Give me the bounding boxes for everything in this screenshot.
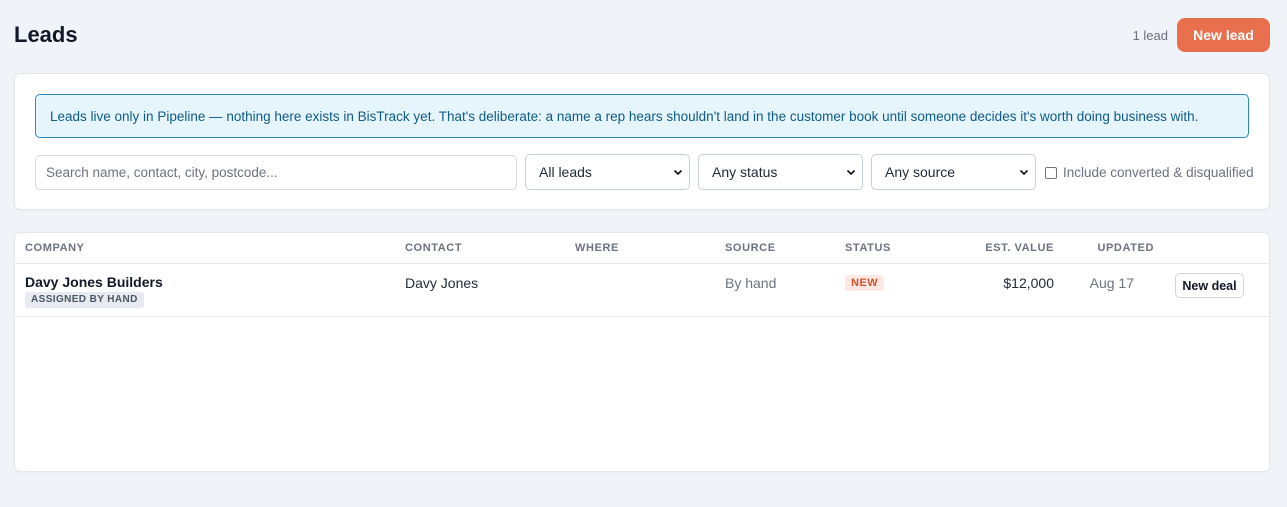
include-converted-label: Include converted & disqualified [1063, 165, 1254, 180]
search-input[interactable] [35, 155, 517, 190]
column-updated[interactable]: UPDATED [1097, 242, 1154, 254]
column-status[interactable]: STATUS [845, 242, 891, 254]
lead-scope-value: All leads [539, 164, 592, 180]
lead-scope-select[interactable]: All leads [525, 154, 690, 190]
info-banner: Leads live only in Pipeline — nothing he… [35, 94, 1249, 138]
column-est-value[interactable]: EST. VALUE [985, 242, 1054, 254]
new-lead-button[interactable]: New lead [1177, 18, 1270, 52]
company-name[interactable]: Davy Jones Builders [25, 274, 163, 290]
table-row[interactable]: Davy Jones Builders ASSIGNED BY HAND Dav… [15, 264, 1269, 317]
column-where[interactable]: WHERE [575, 242, 619, 254]
leads-page: Leads 1 lead New lead Leads live only in… [0, 0, 1287, 507]
status-filter-value: Any status [712, 164, 778, 180]
lead-count: 1 lead [1132, 28, 1168, 43]
column-contact[interactable]: CONTACT [405, 242, 462, 254]
include-converted-toggle[interactable]: Include converted & disqualified [1045, 165, 1254, 180]
source-filter-value: Any source [885, 164, 956, 180]
include-converted-checkbox[interactable] [1045, 166, 1057, 179]
new-deal-button[interactable]: New deal [1175, 273, 1244, 298]
table-header: COMPANY CONTACT WHERE SOURCE STATUS EST.… [15, 233, 1269, 264]
filter-card: Leads live only in Pipeline — nothing he… [14, 73, 1270, 210]
leads-table: COMPANY CONTACT WHERE SOURCE STATUS EST.… [14, 232, 1270, 472]
updated-cell: Aug 17 [1089, 275, 1134, 291]
chevron-down-icon [673, 169, 683, 176]
chevron-down-icon [846, 169, 856, 176]
column-company[interactable]: COMPANY [25, 242, 85, 254]
status-badge: NEW [845, 275, 885, 291]
source-cell: By hand [725, 275, 777, 291]
column-source[interactable]: SOURCE [725, 242, 776, 254]
source-filter-select[interactable]: Any source [871, 154, 1036, 190]
chevron-down-icon [1019, 169, 1029, 176]
status-filter-select[interactable]: Any status [698, 154, 863, 190]
est-value-cell: $12,000 [1003, 275, 1054, 291]
contact-name: Davy Jones [405, 275, 479, 291]
assignment-badge: ASSIGNED BY HAND [25, 292, 144, 308]
page-title: Leads [14, 22, 78, 47]
